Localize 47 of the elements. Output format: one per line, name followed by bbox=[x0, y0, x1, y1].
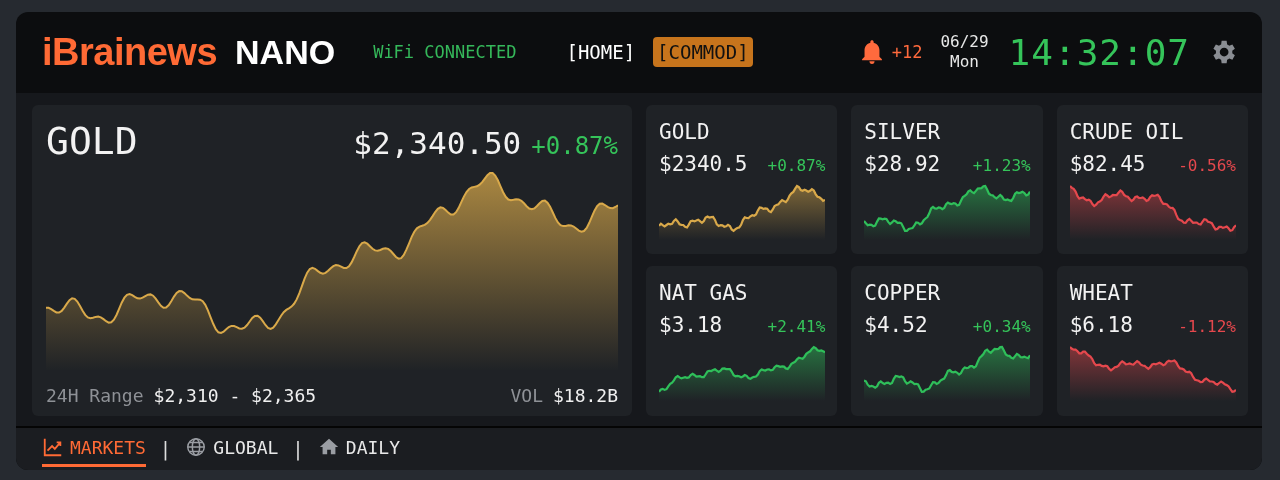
volume-value: $18.2B bbox=[552, 384, 618, 406]
nav-link[interactable]: DAILY bbox=[317, 430, 400, 468]
range-label: 24H Range bbox=[46, 384, 144, 406]
separator: | bbox=[292, 437, 304, 460]
nav-link[interactable]: MARKETS bbox=[42, 430, 146, 468]
nav-link[interactable]: GLOBAL bbox=[185, 430, 279, 468]
commodity-name: WHEAT bbox=[1069, 282, 1134, 306]
commodity-card[interactable]: CRUDE OIL $82.45 -0.56% bbox=[1056, 104, 1248, 255]
chart-icon bbox=[42, 436, 64, 459]
digital-clock: 14:32:07 bbox=[1008, 31, 1190, 73]
price-text: $6.18 bbox=[1069, 313, 1133, 338]
change-percent: +1.23% bbox=[972, 155, 1031, 175]
nav-tab[interactable]: [HOME] bbox=[562, 37, 640, 68]
commodity-name: SILVER bbox=[864, 120, 942, 144]
price-text: $82.45 bbox=[1069, 151, 1146, 176]
commodity-card[interactable]: WHEAT $6.18 -1.12% bbox=[1056, 266, 1248, 416]
range-value: $2,310 - $2,365 bbox=[153, 384, 317, 406]
change-percent: +0.34% bbox=[972, 317, 1031, 337]
price-text: $3.18 bbox=[659, 313, 723, 338]
commodity-name: CRUDE OIL bbox=[1069, 120, 1185, 144]
globe-icon bbox=[185, 436, 208, 459]
price-text: $2,340.50 bbox=[353, 124, 522, 161]
commodity-name: COPPER bbox=[864, 282, 942, 306]
model-name: NANO bbox=[235, 32, 336, 72]
brand-logo: iBrainews bbox=[42, 30, 218, 74]
nav-tab[interactable]: [COMMOD] bbox=[653, 37, 753, 68]
price-text: $28.92 bbox=[864, 151, 941, 176]
wifi-status: WiFi CONNECTED bbox=[373, 42, 517, 63]
price-text: $2340.5 bbox=[659, 151, 748, 176]
commodity-name: GOLD bbox=[46, 118, 139, 163]
volume-label: VOL bbox=[510, 384, 543, 406]
commodity-card[interactable]: SILVER $28.92 +1.23% bbox=[851, 104, 1043, 255]
separator: | bbox=[159, 437, 172, 460]
change-percent: -1.12% bbox=[1178, 317, 1236, 337]
commodity-card[interactable]: COPPER $4.52 +0.34% bbox=[851, 266, 1043, 416]
change-percent: +0.87% bbox=[767, 155, 826, 175]
price-text: $4.52 bbox=[864, 313, 928, 338]
change-percent: -0.56% bbox=[1178, 155, 1236, 175]
commodity-card[interactable]: GOLD $2340.5 +0.87% bbox=[646, 104, 838, 255]
alert-count: +12 bbox=[891, 42, 923, 63]
date-text: 06/29 bbox=[940, 32, 989, 53]
commodity-name: NAT GAS bbox=[659, 282, 749, 306]
change-percent: +2.41% bbox=[767, 317, 826, 337]
commodity-card[interactable]: NAT GAS $3.18 +2.41% bbox=[646, 266, 838, 416]
weekday-text: Mon bbox=[950, 52, 979, 73]
commodity-name: GOLD bbox=[659, 120, 711, 144]
change-percent: +0.87% bbox=[531, 131, 618, 160]
